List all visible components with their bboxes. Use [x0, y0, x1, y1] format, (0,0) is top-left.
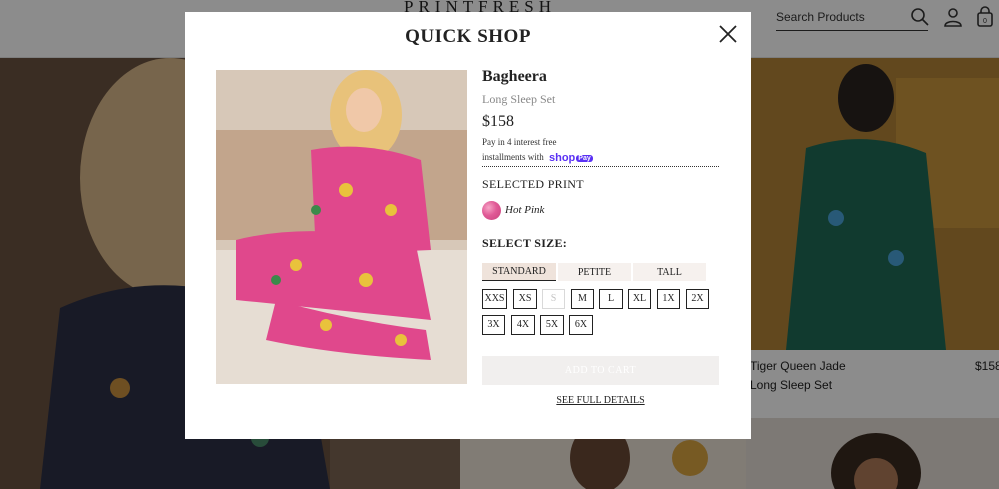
- modal-title: QUICK SHOP: [405, 26, 531, 47]
- product-subtitle: Long Sleep Set: [482, 92, 556, 106]
- size-3x-button[interactable]: 3X: [482, 315, 505, 335]
- selected-print-label: SELECTED PRINT: [482, 177, 584, 191]
- select-size-label: SELECT SIZE:: [482, 236, 568, 250]
- shop-pay-word: shop: [549, 152, 576, 164]
- size-xxs-button[interactable]: XXS: [482, 289, 507, 309]
- size-2x-button[interactable]: 2X: [686, 289, 709, 309]
- shop-pay-logo[interactable]: shop Pay: [549, 152, 593, 164]
- size-4x-button[interactable]: 4X: [511, 315, 535, 335]
- print-swatch-hot-pink[interactable]: [482, 201, 501, 220]
- size-xs-button[interactable]: XS: [513, 289, 537, 309]
- size-1x-button[interactable]: 1X: [657, 289, 680, 309]
- tab-tall[interactable]: TALL: [633, 263, 706, 281]
- size-6x-button[interactable]: 6X: [569, 315, 593, 335]
- size-xl-button[interactable]: XL: [628, 289, 651, 309]
- size-5x-button[interactable]: 5X: [540, 315, 564, 335]
- installments-text: Pay in 4 interest free: [482, 137, 557, 147]
- add-to-cart-button[interactable]: ADD TO CART: [482, 356, 719, 385]
- product-price: $158: [482, 113, 514, 130]
- product-photo: [216, 70, 467, 384]
- installments-link[interactable]: installments with shop Pay: [482, 152, 719, 167]
- installments-with-text: installments with: [482, 152, 544, 162]
- see-full-details-link[interactable]: SEE FULL DETAILS: [482, 395, 719, 406]
- size-s-button[interactable]: S: [542, 289, 565, 309]
- tab-petite[interactable]: PETITE: [558, 263, 631, 281]
- shop-pay-badge: Pay: [576, 155, 593, 162]
- size-l-button[interactable]: L: [599, 289, 623, 309]
- selected-print-name: Hot Pink: [505, 204, 545, 216]
- product-name: Bagheera: [482, 68, 547, 85]
- close-icon[interactable]: [717, 23, 739, 45]
- tab-standard[interactable]: STANDARD: [482, 263, 556, 281]
- size-m-button[interactable]: M: [571, 289, 594, 309]
- quick-shop-modal: QUICK SHOP Bagheera Long Sleep Set $158 …: [185, 12, 751, 439]
